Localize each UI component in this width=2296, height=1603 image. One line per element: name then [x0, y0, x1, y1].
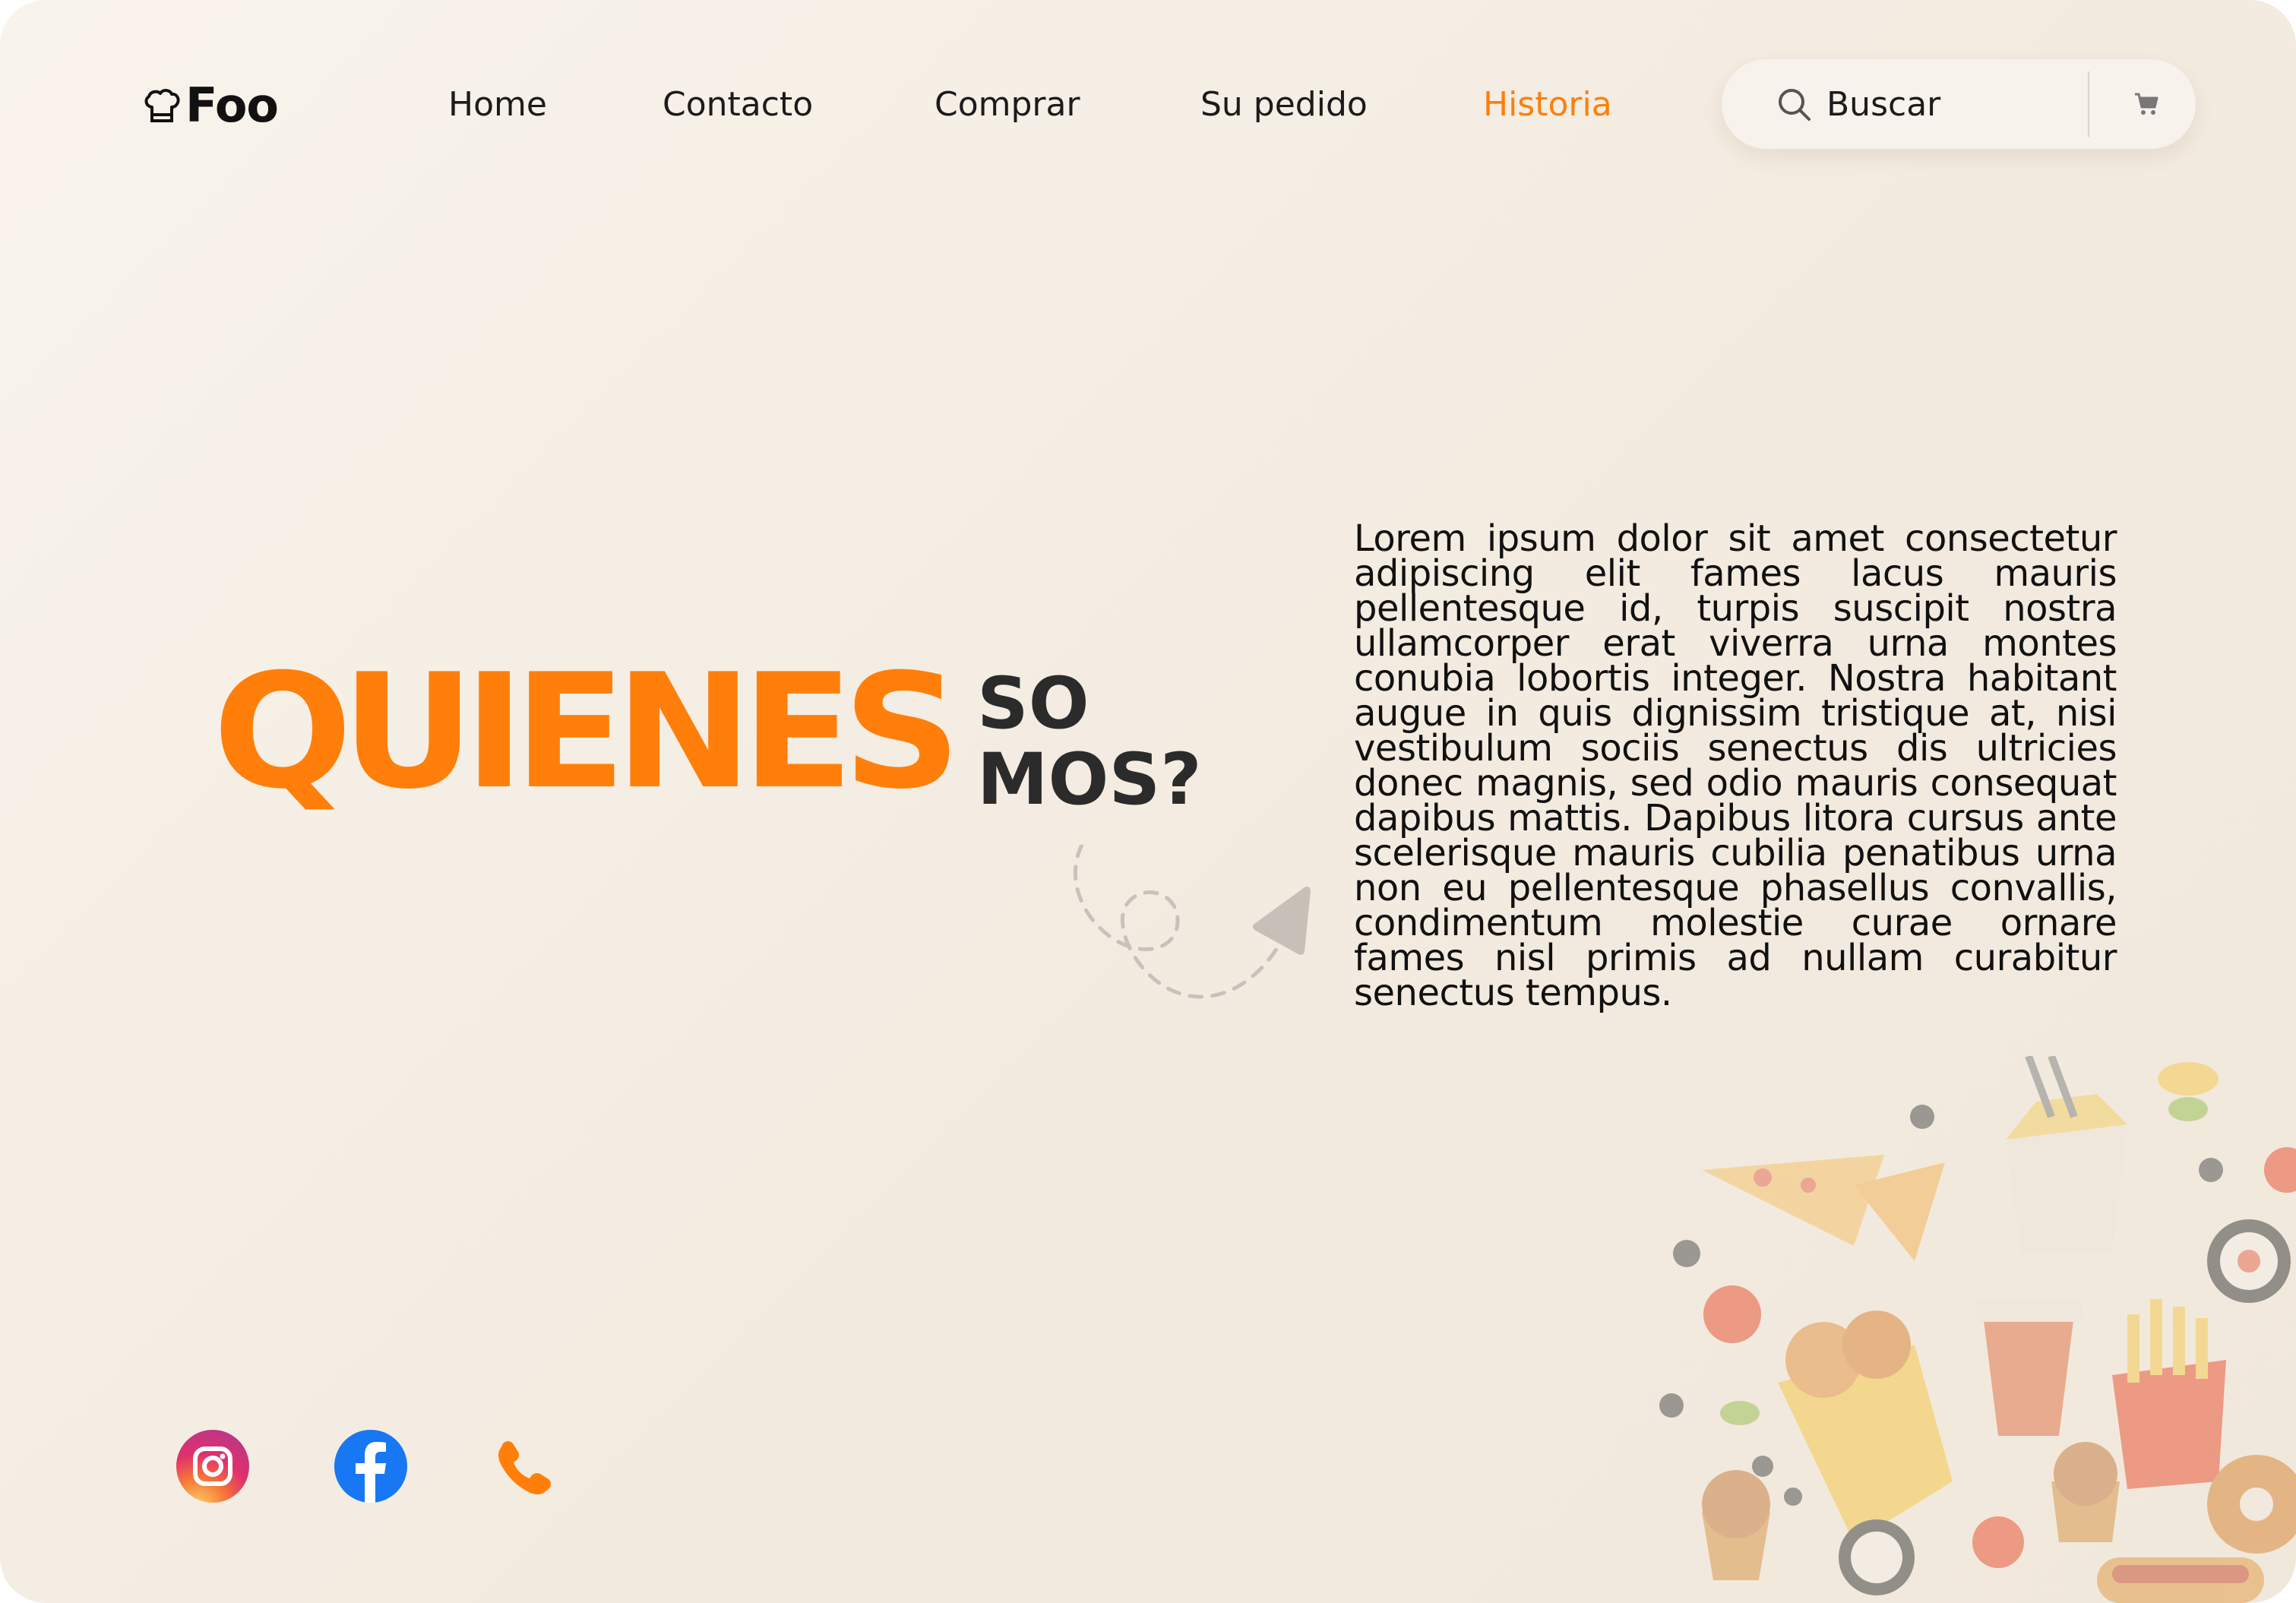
page: Foo Home Contacto Comprar Su pedido Hist…: [0, 0, 2296, 1603]
nav-contacto[interactable]: Contacto: [663, 82, 813, 128]
search-divider: [2088, 71, 2089, 137]
hero-title: QUIENES: [213, 640, 961, 824]
hero-description: Lorem ipsum dolor sit amet consectetur a…: [1354, 517, 2117, 1014]
facebook-link[interactable]: [333, 1428, 409, 1504]
facebook-icon: [334, 1430, 407, 1503]
chef-hat-icon: [144, 89, 180, 122]
nav-su-pedido[interactable]: Su pedido: [1200, 82, 1368, 128]
logo-text: Foo: [185, 77, 279, 133]
logo[interactable]: Foo: [141, 76, 279, 134]
phone-link[interactable]: [486, 1428, 562, 1504]
hero-subtitle-line2: MOS?: [977, 738, 1202, 821]
search-input[interactable]: [1826, 81, 2054, 128]
nav-home[interactable]: Home: [448, 82, 547, 128]
cart-icon: [2135, 93, 2158, 115]
nav-comprar[interactable]: Comprar: [935, 82, 1080, 128]
dashed-arrow-icon: [1073, 845, 1311, 999]
instagram-icon: [176, 1430, 249, 1503]
search-bar: [1722, 59, 2196, 149]
food-illustration-icon: [1659, 1056, 2296, 1603]
search-icon: [1779, 89, 1811, 121]
cart-button[interactable]: [2112, 81, 2181, 128]
phone-icon: [498, 1441, 551, 1494]
nav-historia[interactable]: Historia: [1483, 82, 1612, 128]
instagram-link[interactable]: [175, 1428, 251, 1504]
hero-subtitle-line1: SO: [977, 662, 1089, 745]
